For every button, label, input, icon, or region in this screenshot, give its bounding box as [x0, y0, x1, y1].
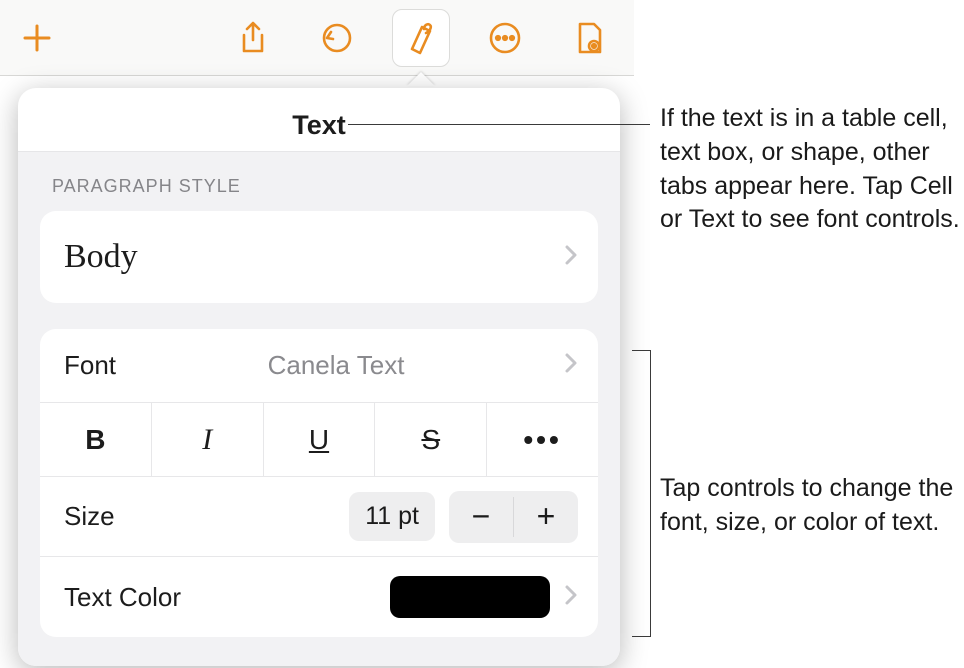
size-stepper: − + [449, 491, 578, 543]
format-popover: Text PARAGRAPH STYLE Body Font Canela Te… [18, 88, 620, 666]
chevron-right-icon [564, 352, 578, 379]
font-value: Canela Text [268, 350, 413, 381]
toolbar [0, 0, 634, 76]
callout-font-controls: Tap controls to change the font, size, o… [660, 472, 960, 540]
chevron-right-icon [564, 244, 578, 271]
more-styles-button[interactable]: ••• [487, 403, 598, 476]
popover-title: Text [292, 110, 346, 141]
more-button[interactable] [476, 9, 534, 67]
add-button[interactable] [8, 9, 66, 67]
font-row[interactable]: Font Canela Text [40, 329, 598, 403]
italic-button[interactable]: I [152, 403, 264, 476]
text-color-row[interactable]: Text Color [40, 557, 598, 637]
bold-button[interactable]: B [40, 403, 152, 476]
size-label: Size [64, 501, 115, 532]
callout-bracket [650, 350, 651, 637]
document-button[interactable] [560, 9, 618, 67]
paragraph-style-card: Body [40, 211, 598, 303]
popover-body: PARAGRAPH STYLE Body Font Canela Text [18, 151, 620, 666]
chevron-right-icon [564, 584, 578, 611]
app-sidebar: Text PARAGRAPH STYLE Body Font Canela Te… [0, 0, 634, 668]
size-value[interactable]: 11 pt [349, 492, 435, 541]
text-color-swatch[interactable] [390, 576, 550, 618]
size-increase-button[interactable]: + [514, 491, 578, 543]
callout-text-tab: If the text is in a table cell, text box… [660, 102, 960, 237]
callout-bracket [632, 350, 650, 351]
paragraph-style-value: Body [64, 238, 138, 276]
text-color-label: Text Color [64, 582, 181, 613]
size-decrease-button[interactable]: − [449, 491, 513, 543]
font-style-row: B I U S ••• [40, 403, 598, 477]
callout-bracket [632, 636, 650, 637]
strikethrough-button[interactable]: S [375, 403, 487, 476]
font-label: Font [64, 350, 116, 381]
underline-button[interactable]: U [264, 403, 376, 476]
size-row: Size 11 pt − + [40, 477, 598, 557]
popover-header: Text [18, 88, 620, 151]
callout-connector [348, 124, 650, 125]
text-controls-card: Font Canela Text B I U S ••• Size 11 pt [40, 329, 598, 637]
format-button[interactable] [392, 9, 450, 67]
paragraph-style-row[interactable]: Body [40, 211, 598, 303]
paragraph-style-label: PARAGRAPH STYLE [52, 176, 594, 197]
share-button[interactable] [224, 9, 282, 67]
undo-button[interactable] [308, 9, 366, 67]
